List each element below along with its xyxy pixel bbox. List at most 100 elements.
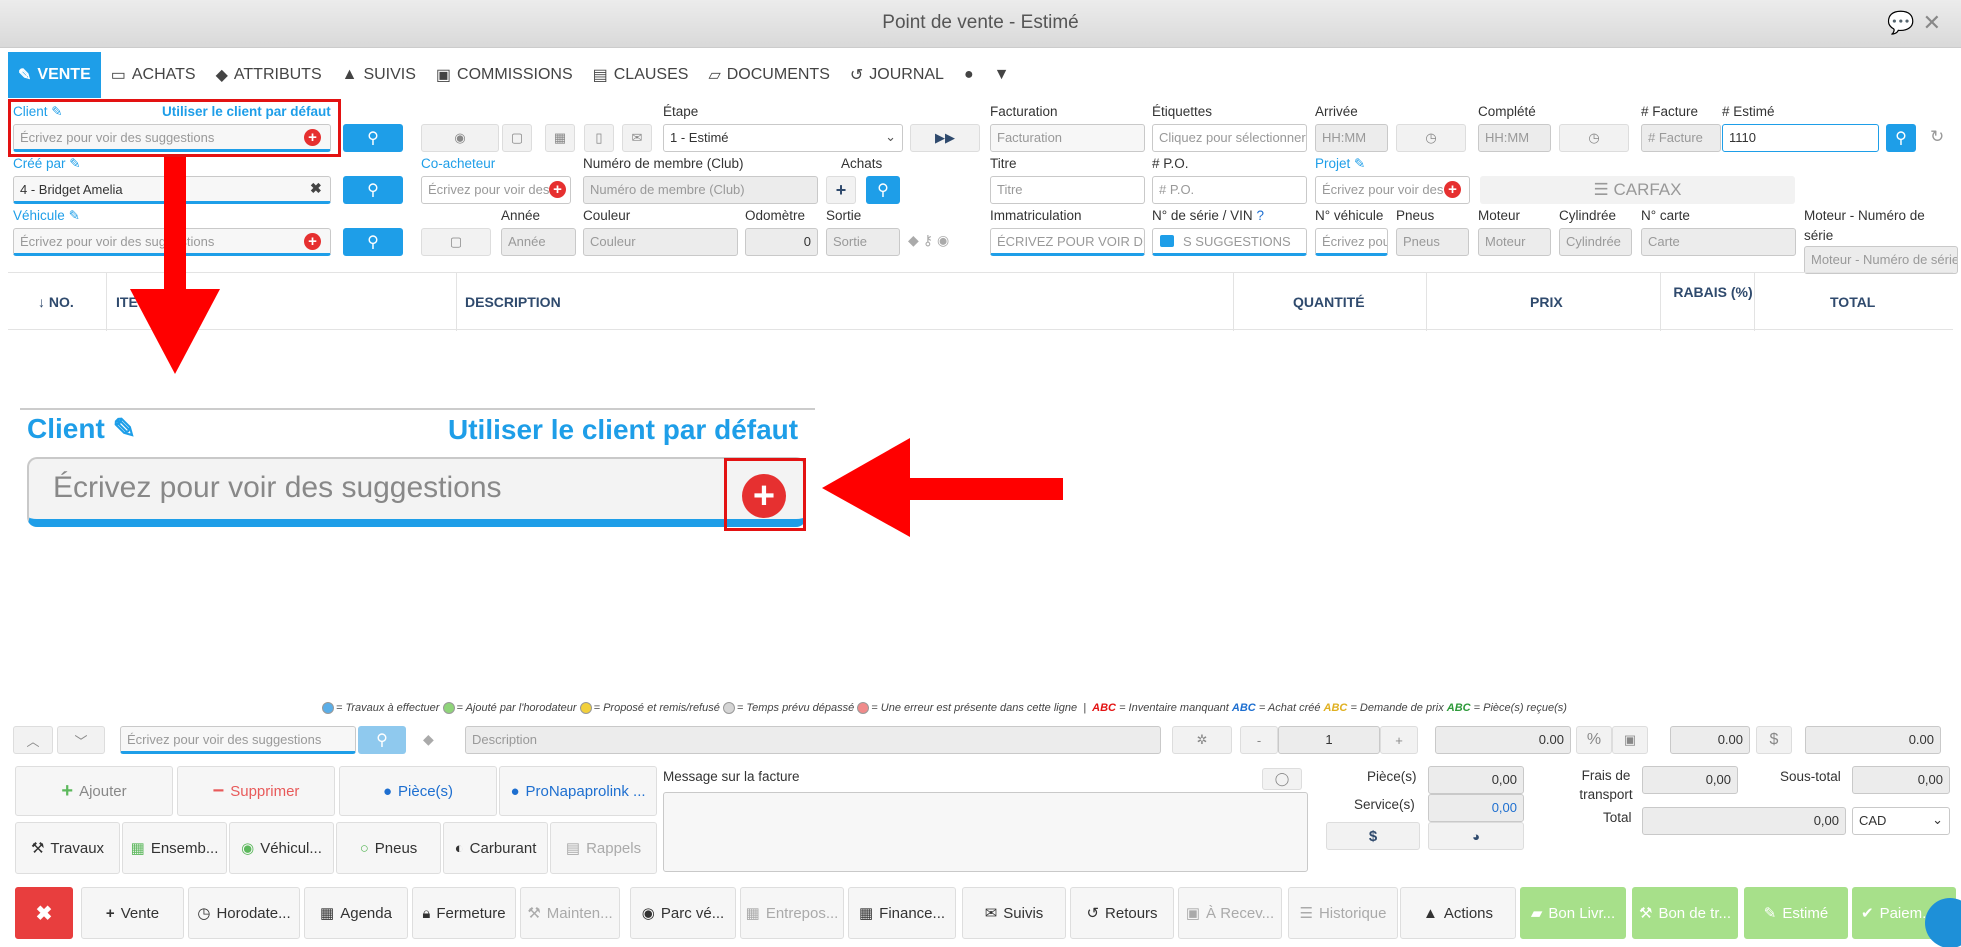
left-arrow-head — [822, 438, 910, 537]
a-recevoir-button[interactable]: ▣ À Recev... — [1178, 887, 1282, 939]
price-input[interactable]: 0.00 — [1435, 726, 1571, 754]
wrench-icon: ⚒ — [1639, 905, 1653, 922]
chevron-down-icon: ﹀ — [74, 733, 88, 749]
currency-select[interactable]: CAD ⌄ — [1852, 807, 1950, 835]
pie-chart-icon: ◕ — [1472, 828, 1480, 844]
maintenance-button[interactable]: ⚒ Mainten... — [520, 887, 620, 939]
estime-button[interactable]: ✎ Estimé — [1744, 887, 1848, 939]
pieces-total-label: Pièce(s) — [1367, 769, 1417, 784]
new-sale-button[interactable]: + Vente — [81, 887, 184, 939]
lock-icon: 🔒︎ — [422, 904, 431, 922]
chat-widget-icon[interactable] — [1925, 898, 1961, 947]
zoom-client-input[interactable]: Écrivez pour voir des suggestions — [27, 457, 806, 527]
comment-button[interactable]: ◯ — [1262, 768, 1302, 790]
settings-button[interactable]: ✲ — [1172, 726, 1232, 754]
vehicule-button[interactable]: ◉ Véhicul... — [229, 822, 334, 874]
bon-livraison-button[interactable]: ▰ Bon Livr... — [1520, 887, 1626, 939]
dashboard-icon: ◐ — [454, 839, 464, 857]
finance-button[interactable]: ▦ Finance... — [848, 887, 956, 939]
discount-input[interactable]: 0.00 — [1670, 726, 1750, 754]
frais-label: Frais de transport — [1579, 768, 1633, 802]
wrench-icon: ⚒ — [527, 905, 541, 922]
down-arrow-shaft — [164, 157, 186, 291]
plus-icon: + — [61, 779, 74, 802]
service-total-value: 0,00 — [1428, 794, 1524, 822]
search-icon: ⚲ — [376, 732, 388, 749]
frais-value: 0,00 — [1642, 766, 1738, 794]
undo-icon: ↺ — [1086, 905, 1100, 922]
gear-icon: ✲ — [1196, 732, 1208, 747]
qty-minus-button[interactable]: - — [1240, 726, 1278, 754]
ensemble-button[interactable]: ▦ Ensemb... — [122, 822, 227, 874]
parc-vehicule-button[interactable]: ◉ Parc vé... — [630, 887, 736, 939]
move-down-button[interactable]: ﹀ — [57, 726, 105, 754]
suivis-button[interactable]: ✉ Suivis — [962, 887, 1066, 939]
total-value: 0,00 — [1642, 807, 1846, 835]
carburant-button[interactable]: ◐ Carburant — [443, 822, 548, 874]
edit-icon: ✎ — [1763, 905, 1777, 922]
pie-chart-button[interactable]: ◕ — [1428, 822, 1524, 850]
comment-icon: ◯ — [1274, 771, 1290, 786]
cancel-button[interactable]: ✖ — [15, 887, 73, 939]
wrench-icon: ⚒ — [30, 840, 45, 857]
pneus-button[interactable]: ○ Pneus — [336, 822, 441, 874]
minus-icon: − — [212, 779, 225, 802]
zoom-default-link[interactable]: Utiliser le client par défaut — [448, 414, 798, 446]
pronapa-button[interactable]: ● ProNapaprolink ... — [499, 766, 657, 816]
chevron-up-icon: ︿ — [26, 733, 40, 749]
bon-travail-button[interactable]: ⚒ Bon de tr... — [1632, 887, 1738, 939]
pieces-total-value: 0,00 — [1428, 766, 1524, 794]
message-label: Message sur la facture — [663, 769, 800, 784]
clock-icon: ◷ — [197, 905, 211, 922]
agenda-button[interactable]: ▦ Agenda — [304, 887, 408, 939]
horodateur-button[interactable]: ◷ Horodate... — [188, 887, 300, 939]
grid-icon: ▦ — [130, 840, 145, 857]
truck-icon: ▰ — [1530, 905, 1543, 922]
travaux-button[interactable]: ⚒ Travaux — [15, 822, 120, 874]
historique-button[interactable]: ☰ Historique — [1288, 887, 1398, 939]
zoom-top-border — [20, 408, 815, 410]
service-total-label: Service(s) — [1354, 797, 1415, 812]
car-icon: ◉ — [641, 905, 655, 922]
calculator-icon: ▦ — [858, 905, 874, 922]
check-icon: ✔ — [1861, 905, 1874, 922]
fermeture-button[interactable]: 🔒︎ Fermeture — [412, 887, 516, 939]
item-search-input[interactable]: Écrivez pour voir des suggestions — [120, 726, 356, 754]
qty-input[interactable]: 1 — [1278, 726, 1380, 754]
money-button[interactable]: ▣ — [1612, 726, 1648, 754]
item-search-button[interactable]: ⚲ — [358, 726, 406, 754]
qty-plus-button[interactable]: + — [1380, 726, 1418, 754]
add-button[interactable]: + Ajouter — [15, 766, 173, 816]
total-label: Total — [1603, 810, 1632, 825]
plus-icon: + — [105, 904, 115, 922]
zoom-client-label: Client ✎ — [27, 413, 137, 444]
pieces-button[interactable]: ● Pièce(s) — [339, 766, 497, 816]
move-up-button[interactable]: ︿ — [13, 726, 53, 754]
warehouse-icon: ▦ — [745, 905, 760, 922]
delete-button[interactable]: − Supprimer — [177, 766, 335, 816]
message-textarea[interactable] — [663, 792, 1308, 872]
dollar-button[interactable]: $ — [1756, 726, 1792, 754]
actions-button[interactable]: ▲ Actions — [1400, 887, 1516, 939]
zoom-add-client-icon[interactable]: + — [742, 474, 786, 518]
tire-icon: ○ — [359, 839, 369, 857]
retours-button[interactable]: ↺ Retours — [1070, 887, 1174, 939]
car-icon: ◉ — [241, 840, 255, 857]
percent-button[interactable]: % — [1576, 726, 1612, 754]
sous-total-label: Sous-total — [1780, 769, 1841, 784]
tag-icon[interactable]: ◆ — [423, 731, 434, 748]
entrepos-button[interactable]: ▦ Entrepos... — [740, 887, 844, 939]
globe-icon: ● — [382, 782, 393, 800]
description-input[interactable]: Description — [465, 726, 1161, 754]
down-arrow-head — [130, 289, 220, 374]
chevron-down-icon: ⌄ — [1932, 812, 1943, 827]
edit-icon: ✎ — [112, 413, 137, 444]
caret-up-icon: ▲ — [1422, 904, 1438, 922]
rappels-button[interactable]: ▤ Rappels — [550, 822, 657, 874]
left-arrow-shaft — [908, 478, 1063, 500]
sous-total-value: 0,00 — [1852, 766, 1950, 794]
total-input[interactable]: 0.00 — [1805, 726, 1941, 754]
dollar-summary-button[interactable]: $ — [1326, 822, 1420, 850]
book-icon: ▤ — [565, 840, 581, 857]
money-icon: ▣ — [1623, 732, 1637, 747]
